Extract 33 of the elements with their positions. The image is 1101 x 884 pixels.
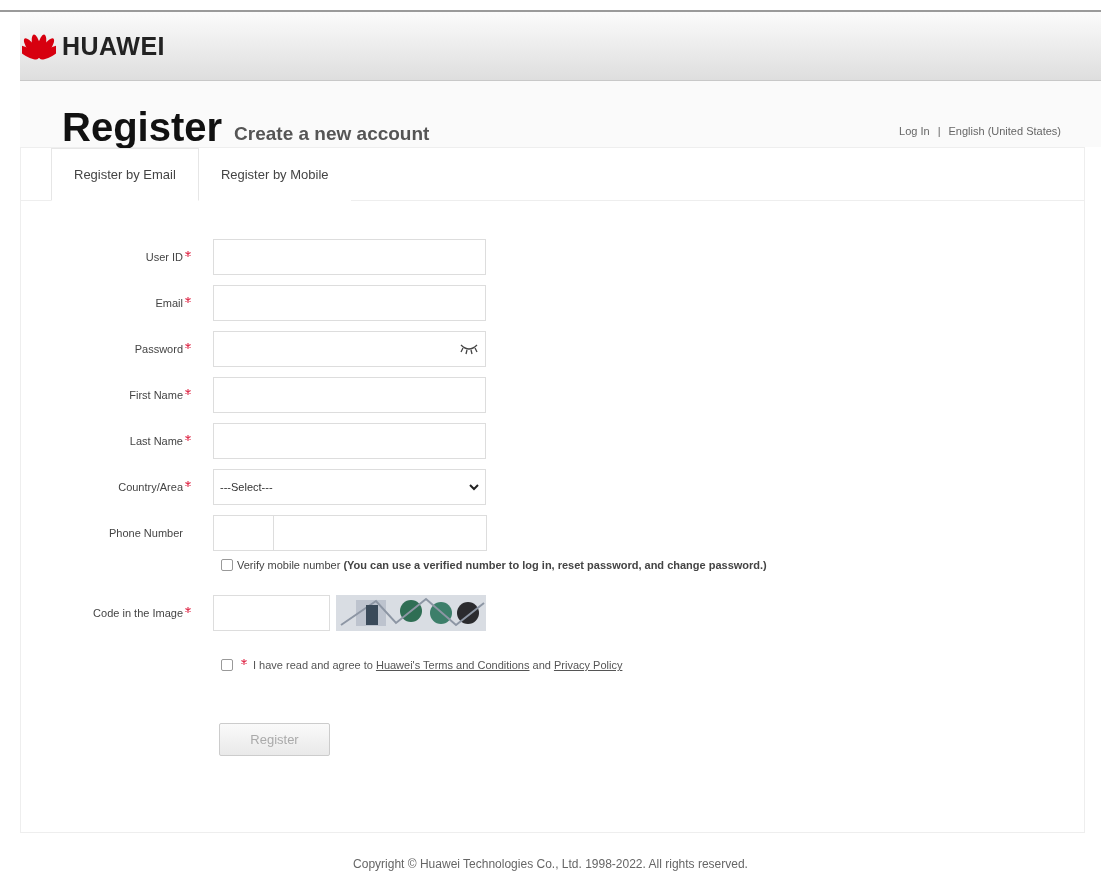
field-label: Phone Number: [109, 527, 183, 539]
copyright-text: Copyright © Huawei Technologies Co., Ltd. 1998-2022. All rights reserved.: [353, 857, 748, 871]
field-label: Last Name: [129, 435, 183, 447]
page-subtitle: Create a new account: [234, 123, 430, 145]
verify-text: Verify mobile number (You can use a verified number to log in, reset password, and change password.): [237, 559, 767, 571]
country-code-field[interactable]: [213, 515, 274, 551]
terms-link[interactable]: Huawei's Terms and Conditions: [375, 659, 530, 671]
password-field[interactable]: [213, 331, 486, 367]
input-field[interactable]: [213, 377, 486, 413]
login-link[interactable]: Log In: [899, 125, 930, 137]
field-label: Password: [134, 343, 183, 355]
separator: |: [937, 125, 941, 137]
tab[interactable]: Register by Email: [51, 148, 199, 201]
agreement-text: I have read and agree to Huawei's Terms and Conditions and Privacy Policy: [253, 659, 623, 671]
field-label: User ID: [145, 251, 183, 263]
privacy-link[interactable]: Privacy Policy: [553, 659, 623, 671]
input-field[interactable]: [213, 285, 486, 321]
phone-number-field[interactable]: [274, 515, 487, 551]
closed-eye-icon: [459, 343, 479, 355]
field-label: Email: [155, 297, 183, 309]
language-link[interactable]: English (United States): [948, 125, 1061, 137]
code-field[interactable]: [213, 595, 330, 631]
field-label: Country/Area: [118, 481, 183, 493]
country-dropdown[interactable]: ---Select---: [213, 469, 486, 505]
field-label: First Name: [129, 389, 183, 401]
chevron-down-icon: [469, 483, 479, 491]
checkbox[interactable]: [221, 659, 233, 671]
page-title: Register: [62, 107, 223, 147]
brand-name: HUAWEI: [62, 31, 165, 61]
checkbox[interactable]: [221, 559, 233, 571]
input-field[interactable]: [213, 239, 486, 275]
input-field[interactable]: [213, 423, 486, 459]
field-label: Code in the Image: [93, 607, 183, 619]
